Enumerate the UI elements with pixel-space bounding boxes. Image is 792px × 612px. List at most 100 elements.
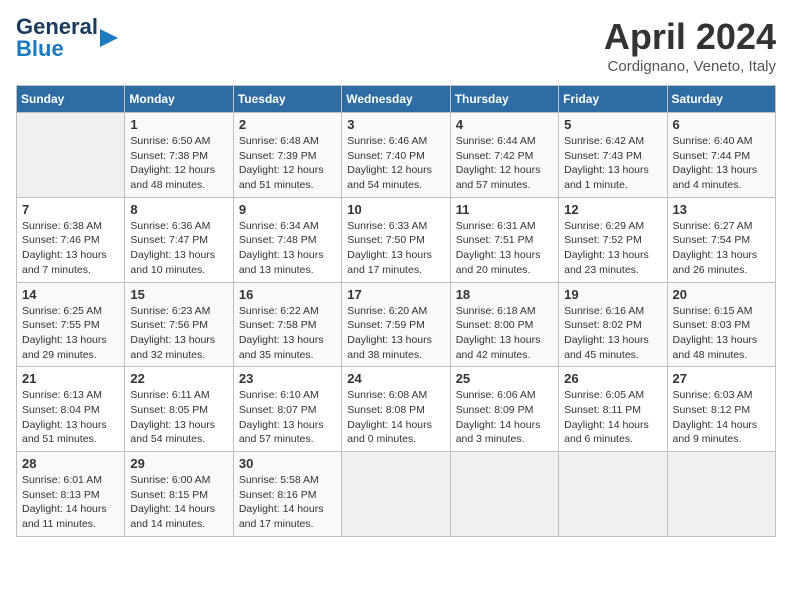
day-number: 10	[347, 202, 444, 217]
day-number: 28	[22, 456, 119, 471]
calendar-cell	[342, 452, 450, 537]
day-info: Sunrise: 6:33 AMSunset: 7:50 PMDaylight:…	[347, 219, 444, 278]
day-info: Sunrise: 6:08 AMSunset: 8:08 PMDaylight:…	[347, 388, 444, 447]
day-number: 26	[564, 371, 661, 386]
day-number: 21	[22, 371, 119, 386]
day-number: 16	[239, 287, 336, 302]
calendar-cell: 12 Sunrise: 6:29 AMSunset: 7:52 PMDayligh…	[559, 197, 667, 282]
day-number: 7	[22, 202, 119, 217]
day-number: 13	[673, 202, 770, 217]
day-info: Sunrise: 6:06 AMSunset: 8:09 PMDaylight:…	[456, 388, 553, 447]
day-header-wednesday: Wednesday	[342, 86, 450, 113]
day-info: Sunrise: 6:34 AMSunset: 7:48 PMDaylight:…	[239, 219, 336, 278]
calendar-cell: 15 Sunrise: 6:23 AMSunset: 7:56 PMDayligh…	[125, 282, 233, 367]
calendar-cell: 30Sunrise: 5:58 AMSunset: 8:16 PMDayligh…	[233, 452, 341, 537]
day-info: Sunrise: 6:05 AMSunset: 8:11 PMDaylight:…	[564, 388, 661, 447]
day-number: 17	[347, 287, 444, 302]
day-info: Sunrise: 6:46 AMSunset: 7:40 PMDaylight:…	[347, 134, 444, 193]
day-info: Sunrise: 6:42 AMSunset: 7:43 PMDaylight:…	[564, 134, 661, 193]
calendar-cell: 23Sunrise: 6:10 AMSunset: 8:07 PMDayligh…	[233, 367, 341, 452]
day-info: Sunrise: 6:11 AMSunset: 8:05 PMDaylight:…	[130, 388, 227, 447]
day-header-sunday: Sunday	[17, 86, 125, 113]
calendar-week-row: 14Sunrise: 6:25 AMSunset: 7:55 PMDayligh…	[17, 282, 776, 367]
day-info: Sunrise: 6:36 AMSunset: 7:47 PMDaylight:…	[130, 219, 227, 278]
calendar-cell	[450, 452, 558, 537]
day-info: Sunrise: 6:44 AMSunset: 7:42 PMDaylight:…	[456, 134, 553, 193]
day-info: Sunrise: 6:03 AMSunset: 8:12 PMDaylight:…	[673, 388, 770, 447]
day-info: Sunrise: 6:20 AMSunset: 7:59 PMDaylight:…	[347, 304, 444, 363]
calendar-week-row: 1Sunrise: 6:50 AMSunset: 7:38 PMDaylight…	[17, 113, 776, 198]
calendar-cell	[667, 452, 775, 537]
day-number: 29	[130, 456, 227, 471]
calendar-cell: 5 Sunrise: 6:42 AMSunset: 7:43 PMDaylight…	[559, 113, 667, 198]
day-number: 1	[130, 117, 227, 132]
calendar-cell: 21Sunrise: 6:13 AMSunset: 8:04 PMDayligh…	[17, 367, 125, 452]
day-number: 11	[456, 202, 553, 217]
calendar-cell	[17, 113, 125, 198]
logo-arrow-icon	[100, 27, 118, 49]
location-title: Cordignano, Veneto, Italy	[604, 58, 776, 75]
day-header-tuesday: Tuesday	[233, 86, 341, 113]
day-info: Sunrise: 6:23 AMSunset: 7:56 PMDaylight:…	[130, 304, 227, 363]
calendar-cell: 10 Sunrise: 6:33 AMSunset: 7:50 PMDayligh…	[342, 197, 450, 282]
calendar-cell: 4 Sunrise: 6:44 AMSunset: 7:42 PMDaylight…	[450, 113, 558, 198]
day-info: Sunrise: 6:18 AMSunset: 8:00 PMDaylight:…	[456, 304, 553, 363]
calendar-cell: 3Sunrise: 6:46 AMSunset: 7:40 PMDaylight…	[342, 113, 450, 198]
calendar-cell: 28Sunrise: 6:01 AMSunset: 8:13 PMDayligh…	[17, 452, 125, 537]
calendar-cell: 8Sunrise: 6:36 AMSunset: 7:47 PMDaylight…	[125, 197, 233, 282]
day-header-thursday: Thursday	[450, 86, 558, 113]
day-number: 18	[456, 287, 553, 302]
day-info: Sunrise: 6:27 AMSunset: 7:54 PMDaylight:…	[673, 219, 770, 278]
logo-line1: General	[16, 16, 98, 38]
day-info: Sunrise: 6:22 AMSunset: 7:58 PMDaylight:…	[239, 304, 336, 363]
calendar-header-row: SundayMondayTuesdayWednesdayThursdayFrid…	[17, 86, 776, 113]
day-number: 19	[564, 287, 661, 302]
calendar-cell: 19 Sunrise: 6:16 AMSunset: 8:02 PMDayligh…	[559, 282, 667, 367]
calendar-cell: 17 Sunrise: 6:20 AMSunset: 7:59 PMDayligh…	[342, 282, 450, 367]
calendar-cell: 18 Sunrise: 6:18 AMSunset: 8:00 PMDayligh…	[450, 282, 558, 367]
calendar-cell: 22 Sunrise: 6:11 AMSunset: 8:05 PMDayligh…	[125, 367, 233, 452]
calendar-cell: 7 Sunrise: 6:38 AMSunset: 7:46 PMDaylight…	[17, 197, 125, 282]
calendar-cell: 9 Sunrise: 6:34 AMSunset: 7:48 PMDaylight…	[233, 197, 341, 282]
page-header: General Blue April 2024 Cordignano, Vene…	[16, 16, 776, 75]
day-info: Sunrise: 6:16 AMSunset: 8:02 PMDaylight:…	[564, 304, 661, 363]
day-number: 14	[22, 287, 119, 302]
day-info: Sunrise: 6:10 AMSunset: 8:07 PMDaylight:…	[239, 388, 336, 447]
calendar-cell: 25Sunrise: 6:06 AMSunset: 8:09 PMDayligh…	[450, 367, 558, 452]
day-header-friday: Friday	[559, 86, 667, 113]
calendar-week-row: 7 Sunrise: 6:38 AMSunset: 7:46 PMDaylight…	[17, 197, 776, 282]
day-number: 22	[130, 371, 227, 386]
day-header-saturday: Saturday	[667, 86, 775, 113]
calendar-week-row: 28Sunrise: 6:01 AMSunset: 8:13 PMDayligh…	[17, 452, 776, 537]
title-section: April 2024 Cordignano, Veneto, Italy	[604, 16, 776, 75]
day-header-monday: Monday	[125, 86, 233, 113]
day-number: 2	[239, 117, 336, 132]
day-number: 9	[239, 202, 336, 217]
calendar-cell: 29 Sunrise: 6:00 AMSunset: 8:15 PMDayligh…	[125, 452, 233, 537]
calendar-cell	[559, 452, 667, 537]
day-info: Sunrise: 6:29 AMSunset: 7:52 PMDaylight:…	[564, 219, 661, 278]
day-info: Sunrise: 6:31 AMSunset: 7:51 PMDaylight:…	[456, 219, 553, 278]
calendar-cell: 20Sunrise: 6:15 AMSunset: 8:03 PMDayligh…	[667, 282, 775, 367]
day-number: 12	[564, 202, 661, 217]
day-info: Sunrise: 6:38 AMSunset: 7:46 PMDaylight:…	[22, 219, 119, 278]
day-number: 15	[130, 287, 227, 302]
calendar-cell: 2 Sunrise: 6:48 AMSunset: 7:39 PMDaylight…	[233, 113, 341, 198]
day-info: Sunrise: 6:00 AMSunset: 8:15 PMDaylight:…	[130, 473, 227, 532]
day-number: 27	[673, 371, 770, 386]
day-number: 5	[564, 117, 661, 132]
day-number: 4	[456, 117, 553, 132]
calendar-table: SundayMondayTuesdayWednesdayThursdayFrid…	[16, 85, 776, 537]
day-info: Sunrise: 6:48 AMSunset: 7:39 PMDaylight:…	[239, 134, 336, 193]
day-number: 20	[673, 287, 770, 302]
day-info: Sunrise: 6:40 AMSunset: 7:44 PMDaylight:…	[673, 134, 770, 193]
logo-line2: Blue	[16, 38, 98, 60]
day-number: 6	[673, 117, 770, 132]
calendar-cell: 11 Sunrise: 6:31 AMSunset: 7:51 PMDayligh…	[450, 197, 558, 282]
logo: General Blue	[16, 16, 118, 60]
calendar-cell: 27 Sunrise: 6:03 AMSunset: 8:12 PMDayligh…	[667, 367, 775, 452]
calendar-cell: 16 Sunrise: 6:22 AMSunset: 7:58 PMDayligh…	[233, 282, 341, 367]
calendar-cell: 14Sunrise: 6:25 AMSunset: 7:55 PMDayligh…	[17, 282, 125, 367]
calendar-week-row: 21Sunrise: 6:13 AMSunset: 8:04 PMDayligh…	[17, 367, 776, 452]
day-info: Sunrise: 5:58 AMSunset: 8:16 PMDaylight:…	[239, 473, 336, 532]
